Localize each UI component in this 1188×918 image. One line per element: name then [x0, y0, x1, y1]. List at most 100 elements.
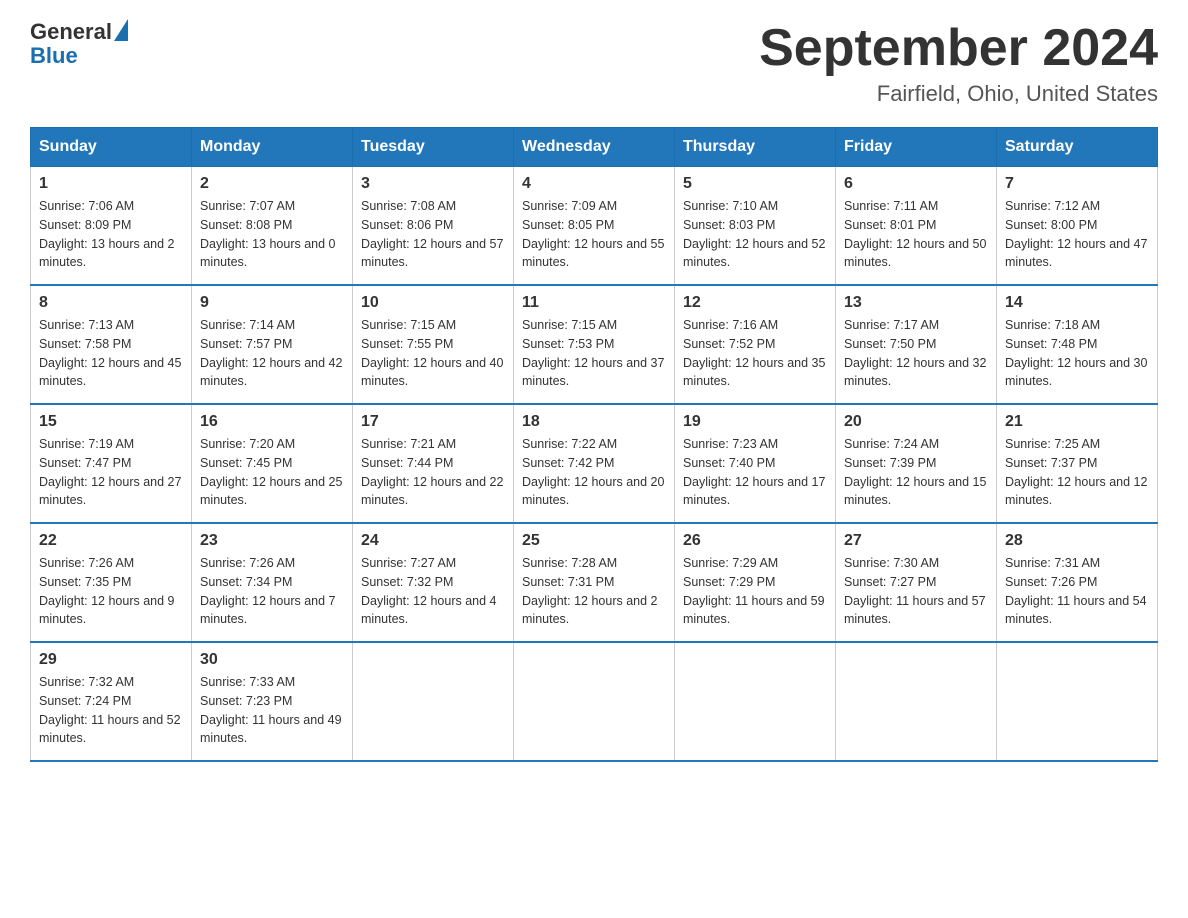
- day-info: Sunrise: 7:26 AMSunset: 7:34 PMDaylight:…: [200, 554, 344, 629]
- column-header-tuesday: Tuesday: [353, 128, 514, 167]
- calendar-cell: [514, 642, 675, 761]
- day-info: Sunrise: 7:23 AMSunset: 7:40 PMDaylight:…: [683, 435, 827, 510]
- day-number: 10: [361, 294, 505, 312]
- calendar-cell: 11 Sunrise: 7:15 AMSunset: 7:53 PMDayligh…: [514, 285, 675, 404]
- month-title: September 2024: [759, 20, 1158, 77]
- calendar-cell: 24 Sunrise: 7:27 AMSunset: 7:32 PMDayligh…: [353, 523, 514, 642]
- day-info: Sunrise: 7:07 AMSunset: 8:08 PMDaylight:…: [200, 197, 344, 272]
- day-number: 24: [361, 532, 505, 550]
- calendar-cell: 3 Sunrise: 7:08 AMSunset: 8:06 PMDaylight…: [353, 167, 514, 286]
- day-info: Sunrise: 7:15 AMSunset: 7:53 PMDaylight:…: [522, 316, 666, 391]
- day-number: 4: [522, 175, 666, 193]
- day-info: Sunrise: 7:31 AMSunset: 7:26 PMDaylight:…: [1005, 554, 1149, 629]
- day-number: 21: [1005, 413, 1149, 431]
- calendar-cell: 22Sunrise: 7:26 AMSunset: 7:35 PMDayligh…: [31, 523, 192, 642]
- day-info: Sunrise: 7:32 AMSunset: 7:24 PMDaylight:…: [39, 673, 183, 748]
- calendar-cell: 27 Sunrise: 7:30 AMSunset: 7:27 PMDayligh…: [836, 523, 997, 642]
- day-number: 13: [844, 294, 988, 312]
- day-number: 1: [39, 175, 183, 193]
- column-header-friday: Friday: [836, 128, 997, 167]
- day-info: Sunrise: 7:27 AMSunset: 7:32 PMDaylight:…: [361, 554, 505, 629]
- day-info: Sunrise: 7:24 AMSunset: 7:39 PMDaylight:…: [844, 435, 988, 510]
- calendar-cell: 30 Sunrise: 7:33 AMSunset: 7:23 PMDayligh…: [192, 642, 353, 761]
- calendar-cell: 20 Sunrise: 7:24 AMSunset: 7:39 PMDayligh…: [836, 404, 997, 523]
- day-number: 23: [200, 532, 344, 550]
- day-number: 27: [844, 532, 988, 550]
- week-row-3: 15Sunrise: 7:19 AMSunset: 7:47 PMDayligh…: [31, 404, 1158, 523]
- day-number: 17: [361, 413, 505, 431]
- day-info: Sunrise: 7:12 AMSunset: 8:00 PMDaylight:…: [1005, 197, 1149, 272]
- day-info: Sunrise: 7:11 AMSunset: 8:01 PMDaylight:…: [844, 197, 988, 272]
- day-number: 8: [39, 294, 183, 312]
- calendar-cell: [836, 642, 997, 761]
- day-number: 18: [522, 413, 666, 431]
- column-header-sunday: Sunday: [31, 128, 192, 167]
- calendar-cell: 21Sunrise: 7:25 AMSunset: 7:37 PMDayligh…: [997, 404, 1158, 523]
- week-row-5: 29 Sunrise: 7:32 AMSunset: 7:24 PMDayligh…: [31, 642, 1158, 761]
- calendar-cell: 26Sunrise: 7:29 AMSunset: 7:29 PMDayligh…: [675, 523, 836, 642]
- calendar-cell: 7 Sunrise: 7:12 AMSunset: 8:00 PMDaylight…: [997, 167, 1158, 286]
- day-info: Sunrise: 7:33 AMSunset: 7:23 PMDaylight:…: [200, 673, 344, 748]
- calendar-cell: [997, 642, 1158, 761]
- day-number: 19: [683, 413, 827, 431]
- day-number: 26: [683, 532, 827, 550]
- day-info: Sunrise: 7:08 AMSunset: 8:06 PMDaylight:…: [361, 197, 505, 272]
- calendar-cell: 14 Sunrise: 7:18 AMSunset: 7:48 PMDayligh…: [997, 285, 1158, 404]
- day-info: Sunrise: 7:14 AMSunset: 7:57 PMDaylight:…: [200, 316, 344, 391]
- day-number: 25: [522, 532, 666, 550]
- location-subtitle: Fairfield, Ohio, United States: [759, 81, 1158, 107]
- calendar-cell: 25 Sunrise: 7:28 AMSunset: 7:31 PMDayligh…: [514, 523, 675, 642]
- day-number: 7: [1005, 175, 1149, 193]
- page-header: General Blue September 2024 Fairfield, O…: [30, 20, 1158, 107]
- logo-blue-text: Blue: [30, 44, 128, 68]
- column-header-wednesday: Wednesday: [514, 128, 675, 167]
- week-row-2: 8Sunrise: 7:13 AMSunset: 7:58 PMDaylight…: [31, 285, 1158, 404]
- column-header-monday: Monday: [192, 128, 353, 167]
- day-number: 14: [1005, 294, 1149, 312]
- day-number: 12: [683, 294, 827, 312]
- day-info: Sunrise: 7:16 AMSunset: 7:52 PMDaylight:…: [683, 316, 827, 391]
- calendar-cell: 2 Sunrise: 7:07 AMSunset: 8:08 PMDaylight…: [192, 167, 353, 286]
- calendar-cell: 28Sunrise: 7:31 AMSunset: 7:26 PMDayligh…: [997, 523, 1158, 642]
- calendar-cell: 13 Sunrise: 7:17 AMSunset: 7:50 PMDayligh…: [836, 285, 997, 404]
- calendar-cell: 8Sunrise: 7:13 AMSunset: 7:58 PMDaylight…: [31, 285, 192, 404]
- calendar-cell: 1 Sunrise: 7:06 AMSunset: 8:09 PMDaylight…: [31, 167, 192, 286]
- day-info: Sunrise: 7:06 AMSunset: 8:09 PMDaylight:…: [39, 197, 183, 272]
- calendar-cell: [675, 642, 836, 761]
- day-number: 20: [844, 413, 988, 431]
- day-number: 11: [522, 294, 666, 312]
- calendar-cell: 5 Sunrise: 7:10 AMSunset: 8:03 PMDaylight…: [675, 167, 836, 286]
- day-number: 30: [200, 651, 344, 669]
- calendar-cell: 19 Sunrise: 7:23 AMSunset: 7:40 PMDayligh…: [675, 404, 836, 523]
- day-number: 3: [361, 175, 505, 193]
- day-number: 22: [39, 532, 183, 550]
- logo-general-text: General: [30, 20, 112, 44]
- week-row-4: 22Sunrise: 7:26 AMSunset: 7:35 PMDayligh…: [31, 523, 1158, 642]
- column-header-saturday: Saturday: [997, 128, 1158, 167]
- column-header-thursday: Thursday: [675, 128, 836, 167]
- calendar-cell: 16Sunrise: 7:20 AMSunset: 7:45 PMDayligh…: [192, 404, 353, 523]
- calendar-cell: 10Sunrise: 7:15 AMSunset: 7:55 PMDayligh…: [353, 285, 514, 404]
- week-row-1: 1 Sunrise: 7:06 AMSunset: 8:09 PMDaylight…: [31, 167, 1158, 286]
- day-info: Sunrise: 7:19 AMSunset: 7:47 PMDaylight:…: [39, 435, 183, 510]
- calendar-cell: 17 Sunrise: 7:21 AMSunset: 7:44 PMDayligh…: [353, 404, 514, 523]
- calendar-cell: 9 Sunrise: 7:14 AMSunset: 7:57 PMDaylight…: [192, 285, 353, 404]
- title-block: September 2024 Fairfield, Ohio, United S…: [759, 20, 1158, 107]
- calendar-cell: 12 Sunrise: 7:16 AMSunset: 7:52 PMDayligh…: [675, 285, 836, 404]
- day-info: Sunrise: 7:22 AMSunset: 7:42 PMDaylight:…: [522, 435, 666, 510]
- day-info: Sunrise: 7:18 AMSunset: 7:48 PMDaylight:…: [1005, 316, 1149, 391]
- day-number: 29: [39, 651, 183, 669]
- calendar-body: 1 Sunrise: 7:06 AMSunset: 8:09 PMDaylight…: [31, 167, 1158, 762]
- day-info: Sunrise: 7:17 AMSunset: 7:50 PMDaylight:…: [844, 316, 988, 391]
- day-number: 5: [683, 175, 827, 193]
- day-number: 9: [200, 294, 344, 312]
- calendar-cell: [353, 642, 514, 761]
- day-info: Sunrise: 7:10 AMSunset: 8:03 PMDaylight:…: [683, 197, 827, 272]
- day-info: Sunrise: 7:09 AMSunset: 8:05 PMDaylight:…: [522, 197, 666, 272]
- logo: General Blue: [30, 20, 128, 68]
- day-info: Sunrise: 7:21 AMSunset: 7:44 PMDaylight:…: [361, 435, 505, 510]
- day-info: Sunrise: 7:28 AMSunset: 7:31 PMDaylight:…: [522, 554, 666, 629]
- calendar-cell: 4 Sunrise: 7:09 AMSunset: 8:05 PMDaylight…: [514, 167, 675, 286]
- day-info: Sunrise: 7:30 AMSunset: 7:27 PMDaylight:…: [844, 554, 988, 629]
- day-number: 2: [200, 175, 344, 193]
